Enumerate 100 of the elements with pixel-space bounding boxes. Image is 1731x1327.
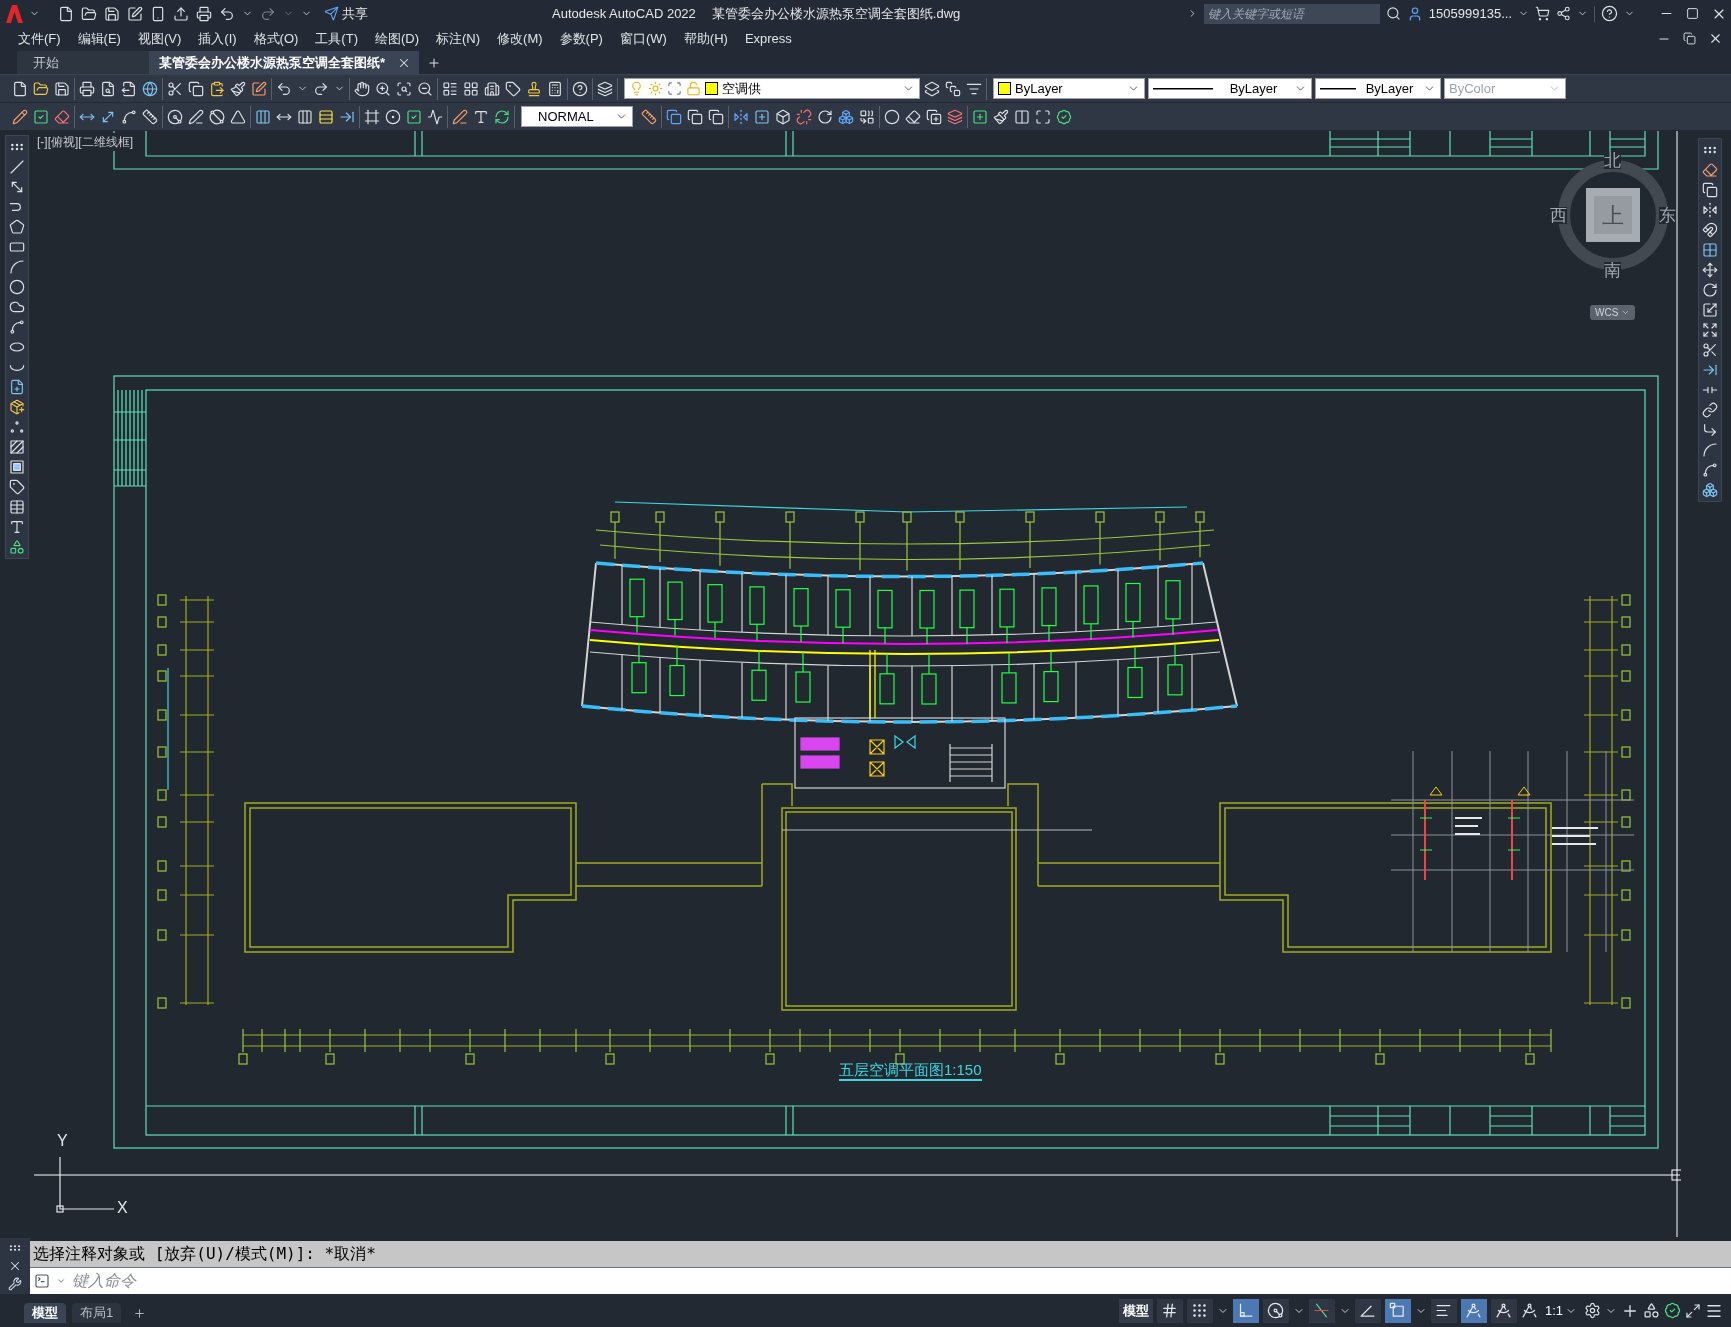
scissors-icon[interactable] <box>167 80 183 97</box>
user-name[interactable]: 1505999135... <box>1428 3 1512 24</box>
grid-toggle[interactable] <box>1156 1298 1183 1323</box>
spline-icon[interactable] <box>1702 462 1718 478</box>
rotate-icon[interactable] <box>817 108 833 125</box>
search-icon[interactable] <box>1385 6 1401 21</box>
eraser-icon[interactable] <box>54 108 70 125</box>
search-field[interactable]: 键入关键字或短语 <box>1203 3 1380 24</box>
circle-icon[interactable] <box>884 108 900 125</box>
type-icon[interactable] <box>473 108 489 125</box>
stamp-icon[interactable] <box>526 80 542 97</box>
menu-item[interactable]: 参数(P) <box>559 28 603 49</box>
app-logo-icon[interactable] <box>6 4 23 23</box>
menu-item[interactable]: 标注(N) <box>436 28 481 49</box>
document-tab[interactable]: 开始 <box>17 51 149 74</box>
dots-icon[interactable] <box>9 419 25 435</box>
hatch-icon[interactable] <box>9 439 25 455</box>
flip-horizontal-icon[interactable] <box>1702 202 1718 218</box>
copy-icon[interactable] <box>687 108 703 125</box>
copy-icon[interactable] <box>188 80 204 97</box>
fullscreen-icon[interactable] <box>1685 1302 1701 1319</box>
paintbrush-icon[interactable] <box>993 108 1009 125</box>
menu-item[interactable]: 工具(T) <box>315 28 358 49</box>
pencil-icon[interactable] <box>12 108 28 125</box>
flip-horizontal-icon[interactable] <box>733 108 749 125</box>
lines-icon[interactable] <box>1435 1302 1453 1319</box>
menu-item[interactable]: 格式(O) <box>253 28 299 49</box>
rotate-icon[interactable] <box>1702 282 1718 298</box>
ortho-toggle[interactable] <box>1232 1298 1259 1323</box>
globe-icon[interactable] <box>142 80 158 97</box>
arrow-to-line-icon[interactable] <box>1702 362 1718 378</box>
drafting-compass-icon[interactable] <box>1520 1302 1538 1319</box>
compass-label[interactable]: 东 <box>1659 207 1676 224</box>
copy-icon[interactable] <box>708 108 724 125</box>
badge-check-icon[interactable] <box>1056 108 1072 125</box>
compass-label[interactable]: 西 <box>1550 207 1567 224</box>
viewport-label[interactable]: [-][俯视][二维线框] <box>36 133 134 151</box>
move-icon[interactable] <box>1702 262 1718 278</box>
file-output-icon[interactable] <box>121 80 137 97</box>
magnet-icon[interactable] <box>1702 222 1718 238</box>
corner-arrow-icon[interactable] <box>1702 422 1718 438</box>
link-icon[interactable] <box>1702 402 1718 418</box>
copy-plus-icon[interactable] <box>926 108 942 125</box>
menu-item[interactable]: 编辑(E) <box>77 28 121 49</box>
file-icon[interactable] <box>58 5 74 22</box>
file-search-icon[interactable] <box>100 80 116 97</box>
layout-list-icon[interactable] <box>442 80 458 97</box>
paper-plane-icon[interactable] <box>324 6 339 21</box>
menu-item[interactable]: 修改(M) <box>497 28 543 49</box>
columns-icon[interactable] <box>297 108 313 125</box>
help-icon[interactable] <box>1601 5 1618 22</box>
document-tab[interactable]: 某管委会办公楼水源热泵空调全套图纸* <box>149 51 420 74</box>
layers-icon[interactable] <box>924 80 940 97</box>
save-icon[interactable] <box>54 80 70 97</box>
plus-icon[interactable] <box>133 1306 147 1320</box>
crossed-lines-icon[interactable] <box>1313 1302 1331 1319</box>
pentagon-icon[interactable] <box>9 219 25 235</box>
polar-toggle[interactable] <box>1262 1298 1289 1323</box>
menu-item[interactable]: 文件(F) <box>18 28 61 49</box>
close-icon[interactable] <box>1708 31 1723 46</box>
zigzag-icon[interactable] <box>427 108 443 125</box>
restore-icon[interactable] <box>1683 32 1696 45</box>
undo-icon[interactable] <box>276 80 292 97</box>
phone-icon[interactable] <box>150 5 166 22</box>
scan-search-icon[interactable] <box>396 80 412 97</box>
circle-dot-icon[interactable] <box>385 108 401 125</box>
help-icon[interactable] <box>572 80 588 97</box>
pen-line-icon[interactable] <box>452 108 468 125</box>
redo-icon[interactable] <box>313 80 329 97</box>
hand-icon[interactable] <box>354 80 370 97</box>
shapes-icon[interactable] <box>9 539 25 555</box>
drafting-compass-icon[interactable] <box>1495 1302 1513 1319</box>
undo-icon[interactable] <box>219 5 235 22</box>
gradient-icon[interactable] <box>9 459 25 475</box>
printer-icon[interactable] <box>196 5 212 22</box>
hash-icon[interactable] <box>1161 1302 1179 1319</box>
lineweight-toggle[interactable] <box>1430 1298 1457 1323</box>
printer-icon[interactable] <box>79 80 95 97</box>
scaling-icon[interactable] <box>1702 302 1718 318</box>
zoom-in-icon[interactable] <box>375 80 391 97</box>
package-plus-icon[interactable] <box>9 399 25 415</box>
menu-item[interactable]: 插入(I) <box>198 28 237 49</box>
paintbrush-icon[interactable] <box>230 80 246 97</box>
dot-grid-icon[interactable] <box>1191 1302 1209 1319</box>
line-icon[interactable] <box>9 159 25 175</box>
triangle-icon[interactable] <box>230 108 246 125</box>
menu-item[interactable]: 窗口(W) <box>619 28 667 49</box>
expand-icon[interactable] <box>1702 322 1718 338</box>
wrench-icon[interactable] <box>8 1277 22 1291</box>
unlink-icon[interactable] <box>796 108 812 125</box>
lineweight-dropdown[interactable]: ByLayer <box>1315 78 1441 99</box>
ruler-icon[interactable] <box>641 108 657 125</box>
badge-check-icon[interactable] <box>1664 1302 1681 1319</box>
menu-item[interactable]: 视图(V) <box>137 28 182 49</box>
columns-icon[interactable] <box>255 108 271 125</box>
layout-grid-icon[interactable] <box>463 80 479 97</box>
folder-open-icon[interactable] <box>33 80 49 97</box>
square-stack-icon[interactable] <box>945 80 961 97</box>
snap-square-icon[interactable] <box>1389 1302 1407 1319</box>
square-plus-icon[interactable] <box>754 108 770 125</box>
